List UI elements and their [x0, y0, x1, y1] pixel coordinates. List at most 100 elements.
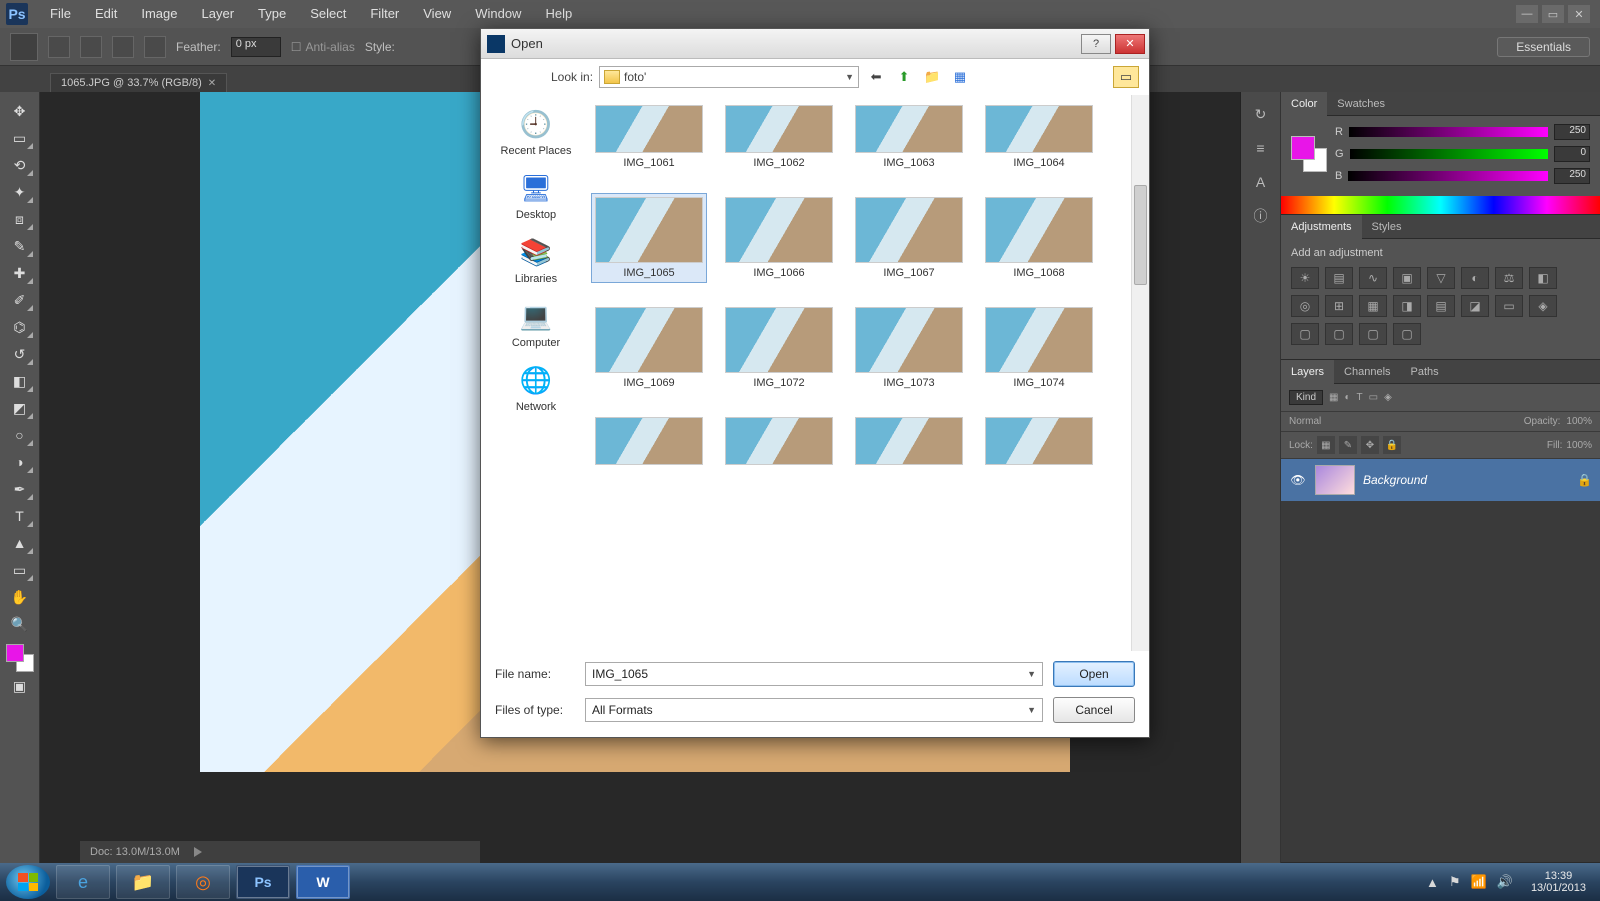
brightness-adjust-icon[interactable]: ☀ [1291, 267, 1319, 289]
window-restore-button[interactable]: ▭ [1542, 5, 1564, 23]
menu-type[interactable]: Type [246, 0, 298, 28]
adj-extra-2-icon[interactable]: ▢ [1325, 323, 1353, 345]
filetype-select[interactable]: All Formats▼ [585, 698, 1043, 722]
place-desktop[interactable]: 🖥Desktop [515, 169, 557, 221]
color-spectrum[interactable] [1281, 196, 1600, 214]
g-value[interactable]: 0 [1554, 146, 1590, 162]
nav-up-icon[interactable]: ⬆ [893, 66, 915, 88]
blur-tool[interactable]: ○ [5, 422, 35, 448]
color-tab[interactable]: Color [1281, 92, 1327, 116]
workspace-switcher[interactable]: Essentials [1497, 37, 1590, 57]
file-list-scrollbar[interactable] [1131, 95, 1149, 651]
lock-position-icon[interactable]: ✥ [1361, 436, 1379, 454]
file-item[interactable]: IMG_1073 [851, 303, 967, 393]
start-button[interactable] [6, 865, 50, 899]
menu-view[interactable]: View [411, 0, 463, 28]
file-list[interactable]: IMG_1061 IMG_1062 IMG_1063 IMG_1064 IMG_… [591, 95, 1149, 651]
adj-extra-1-icon[interactable]: ▢ [1291, 323, 1319, 345]
paths-tab[interactable]: Paths [1401, 360, 1449, 384]
crop-tool[interactable]: ⧈ [5, 206, 35, 232]
status-more-icon[interactable] [194, 847, 202, 857]
b-slider[interactable] [1348, 171, 1548, 181]
posterize-icon[interactable]: ▤ [1427, 295, 1455, 317]
lock-transparent-icon[interactable]: ▦ [1317, 436, 1335, 454]
cancel-button[interactable]: Cancel [1053, 697, 1135, 723]
file-item[interactable] [591, 413, 707, 469]
place-computer[interactable]: 💻Computer [512, 297, 560, 349]
channels-tab[interactable]: Channels [1334, 360, 1400, 384]
file-item[interactable]: IMG_1064 [981, 101, 1097, 173]
g-slider[interactable] [1350, 149, 1548, 159]
lookin-combo[interactable]: foto' ▼ [599, 66, 859, 88]
lasso-tool[interactable]: ⟲ [5, 152, 35, 178]
lock-pixels-icon[interactable]: ✎ [1339, 436, 1357, 454]
color-swatches[interactable] [6, 644, 34, 672]
quick-select-tool[interactable]: ✦ [5, 179, 35, 205]
opacity-input[interactable]: 100% [1566, 416, 1592, 427]
file-item[interactable]: IMG_1062 [721, 101, 837, 173]
healing-tool[interactable]: ✚ [5, 260, 35, 286]
active-tool-icon[interactable] [10, 33, 38, 61]
filename-dropdown-icon[interactable]: ▼ [1027, 669, 1036, 679]
menu-filter[interactable]: Filter [358, 0, 411, 28]
file-item[interactable] [981, 413, 1097, 469]
anti-alias-checkbox[interactable]: ☐Anti-alias [291, 40, 355, 54]
menu-image[interactable]: Image [129, 0, 189, 28]
taskbar-firefox[interactable]: ◎ [176, 865, 230, 899]
nav-extra-icon[interactable]: ▭ [1113, 66, 1139, 88]
selection-intersect-button[interactable] [144, 36, 166, 58]
document-tab-close-icon[interactable]: ✕ [208, 78, 216, 89]
taskbar-explorer[interactable]: 📁 [116, 865, 170, 899]
invert-icon[interactable]: ◨ [1393, 295, 1421, 317]
selection-new-button[interactable] [48, 36, 70, 58]
filter-type-icon[interactable]: T [1357, 392, 1363, 403]
menu-file[interactable]: File [38, 0, 83, 28]
taskbar-photoshop[interactable]: Ps [236, 865, 290, 899]
info-panel-icon[interactable]: ⓘ [1249, 204, 1273, 228]
document-tab[interactable]: 1065.JPG @ 33.7% (RGB/8) ✕ [50, 73, 227, 92]
move-tool[interactable]: ✥ [5, 98, 35, 124]
exposure-adjust-icon[interactable]: ▣ [1393, 267, 1421, 289]
b-value[interactable]: 250 [1554, 168, 1590, 184]
filter-pixels-icon[interactable]: ▦ [1329, 392, 1338, 403]
character-panel-icon[interactable]: A [1249, 170, 1273, 194]
selection-add-button[interactable] [80, 36, 102, 58]
threshold-icon[interactable]: ◪ [1461, 295, 1489, 317]
history-panel-icon[interactable]: ↻ [1249, 102, 1273, 126]
menu-help[interactable]: Help [533, 0, 584, 28]
filter-smart-icon[interactable]: ◈ [1384, 392, 1392, 403]
adj-extra-4-icon[interactable]: ▢ [1393, 323, 1421, 345]
file-item[interactable]: IMG_1067 [851, 193, 967, 283]
nav-back-icon[interactable]: ⬅ [865, 66, 887, 88]
place-recent[interactable]: 🕘Recent Places [501, 105, 572, 157]
tray-flag-icon[interactable]: ⚑ [1449, 874, 1461, 890]
dialog-titlebar[interactable]: Open ? ✕ [481, 29, 1149, 59]
file-item[interactable] [851, 413, 967, 469]
quick-mask-toggle[interactable]: ▣ [5, 673, 35, 699]
lookin-dropdown-icon[interactable]: ▼ [845, 72, 854, 82]
bw-adjust-icon[interactable]: ◧ [1529, 267, 1557, 289]
dodge-tool[interactable]: ◑ [5, 449, 35, 475]
feather-input[interactable]: 0 px [231, 37, 281, 57]
lock-all-icon[interactable]: 🔒 [1383, 436, 1401, 454]
taskbar-clock[interactable]: 13:39 13/01/2013 [1523, 870, 1594, 894]
channel-mixer-icon[interactable]: ⊞ [1325, 295, 1353, 317]
adjustments-tab[interactable]: Adjustments [1281, 215, 1362, 239]
brush-tool[interactable]: ✐ [5, 287, 35, 313]
shape-tool[interactable]: ▭ [5, 557, 35, 583]
pen-tool[interactable]: ✒ [5, 476, 35, 502]
path-select-tool[interactable]: ▲ [5, 530, 35, 556]
filter-adjust-icon[interactable]: ◐ [1344, 392, 1350, 403]
type-tool[interactable]: T [5, 503, 35, 529]
menu-select[interactable]: Select [298, 0, 358, 28]
zoom-tool[interactable]: 🔍 [5, 611, 35, 637]
photo-filter-icon[interactable]: ◎ [1291, 295, 1319, 317]
open-button[interactable]: Open [1053, 661, 1135, 687]
r-value[interactable]: 250 [1554, 124, 1590, 140]
colorbal-adjust-icon[interactable]: ⚖ [1495, 267, 1523, 289]
r-slider[interactable] [1349, 127, 1548, 137]
filename-input[interactable]: IMG_1065▼ [585, 662, 1043, 686]
window-close-button[interactable]: ✕ [1568, 5, 1590, 23]
selection-subtract-button[interactable] [112, 36, 134, 58]
adj-extra-3-icon[interactable]: ▢ [1359, 323, 1387, 345]
